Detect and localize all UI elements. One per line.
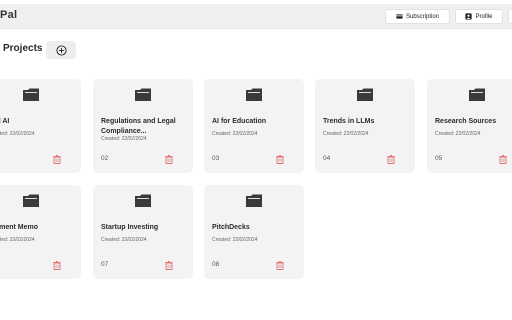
project-number: 03 xyxy=(212,155,220,162)
trash-icon[interactable] xyxy=(499,155,507,164)
trash-icon[interactable] xyxy=(276,155,284,164)
trash-icon[interactable] xyxy=(276,261,284,270)
page-title: Projects xyxy=(3,43,43,54)
profile-label: Profile xyxy=(475,13,493,20)
project-title: AI for Education xyxy=(212,118,267,125)
trash-icon[interactable] xyxy=(165,261,173,270)
project-card[interactable]: Research Sources Created: 22/02/2024 05 xyxy=(427,79,512,173)
app-logo[interactable]: Pal xyxy=(0,9,17,21)
project-number: 05 xyxy=(435,155,443,162)
folder-icon xyxy=(357,88,373,101)
project-title: PitchDecks xyxy=(212,224,250,231)
project-card[interactable]: estment Memo Created: 22/02/2024 xyxy=(0,185,81,279)
trash-icon[interactable] xyxy=(53,261,61,270)
project-card[interactable]: ical AI Created: 22/02/2024 xyxy=(0,79,81,173)
project-number: 08 xyxy=(212,261,220,268)
project-created-date: Created: 22/02/2024 xyxy=(0,237,35,243)
project-created-date: Created: 22/02/2024 xyxy=(323,131,369,137)
project-created-date: Created: 22/02/2024 xyxy=(101,237,147,243)
folder-icon xyxy=(469,88,485,101)
trash-icon[interactable] xyxy=(53,155,61,164)
project-title: Regulations and Legal Compliance... xyxy=(101,118,176,135)
folder-icon xyxy=(246,194,262,207)
project-title: Research Sources xyxy=(435,118,497,125)
project-card[interactable]: PitchDecks Created: 22/02/2024 08 xyxy=(204,185,304,279)
project-card[interactable]: Trends in LLMs Created: 22/02/2024 04 xyxy=(315,79,415,173)
project-card[interactable]: AI for Education Created: 22/02/2024 03 xyxy=(204,79,304,173)
trash-icon[interactable] xyxy=(387,155,395,164)
user-icon xyxy=(465,13,473,20)
project-card[interactable]: Startup Investing Created: 22/02/2024 07 xyxy=(93,185,193,279)
folder-icon xyxy=(135,194,151,207)
project-created-date: Created: 22/02/2024 xyxy=(0,131,35,137)
project-created-date: Created: 22/02/2024 xyxy=(212,131,258,137)
folder-icon xyxy=(135,88,151,101)
project-title: ical AI xyxy=(0,118,10,125)
project-title: estment Memo xyxy=(0,224,39,231)
project-title: Startup Investing xyxy=(101,224,159,231)
project-number: 07 xyxy=(101,261,109,268)
folder-icon xyxy=(23,88,39,101)
add-project-button[interactable] xyxy=(46,41,76,59)
add-circle-icon xyxy=(55,44,67,56)
project-number: 02 xyxy=(101,155,109,162)
top-bar: Pal Subscription Profile xyxy=(0,4,512,29)
project-card[interactable]: Regulations and Legal Compliance... Crea… xyxy=(93,79,193,173)
project-created-date: Created: 22/02/2024 xyxy=(101,136,147,142)
trash-icon[interactable] xyxy=(165,155,173,164)
project-title: Trends in LLMs xyxy=(323,118,375,125)
subscription-label: Subscription xyxy=(405,13,440,20)
project-number: 04 xyxy=(323,155,331,162)
profile-button[interactable]: Profile xyxy=(455,9,503,24)
project-created-date: Created: 22/02/2024 xyxy=(435,131,481,137)
more-button[interactable] xyxy=(508,9,512,24)
folder-icon xyxy=(246,88,262,101)
folder-icon xyxy=(23,194,39,207)
project-created-date: Created: 22/02/2024 xyxy=(212,237,258,243)
card-icon xyxy=(396,14,403,19)
subscription-button[interactable]: Subscription xyxy=(385,9,450,24)
